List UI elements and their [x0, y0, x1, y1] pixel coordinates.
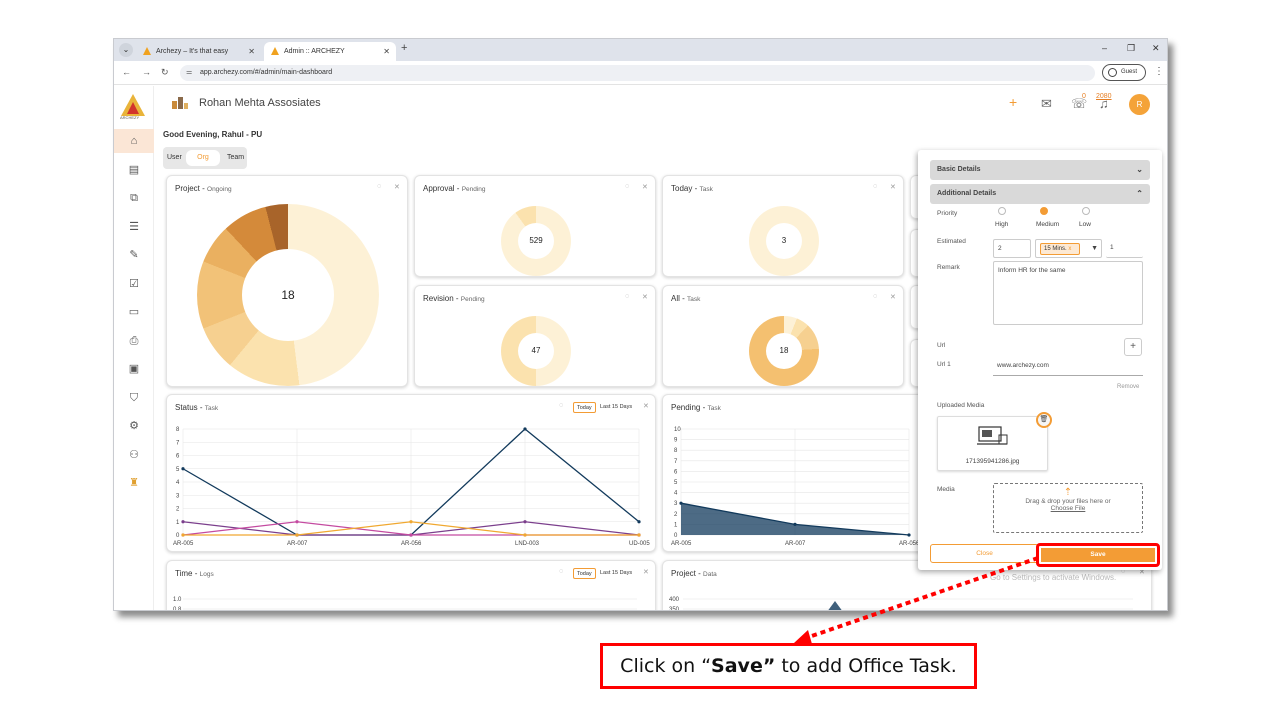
annotation-arrow — [794, 556, 1039, 644]
instruction-callout: Click on “Save” to add Office Task. — [600, 643, 977, 689]
